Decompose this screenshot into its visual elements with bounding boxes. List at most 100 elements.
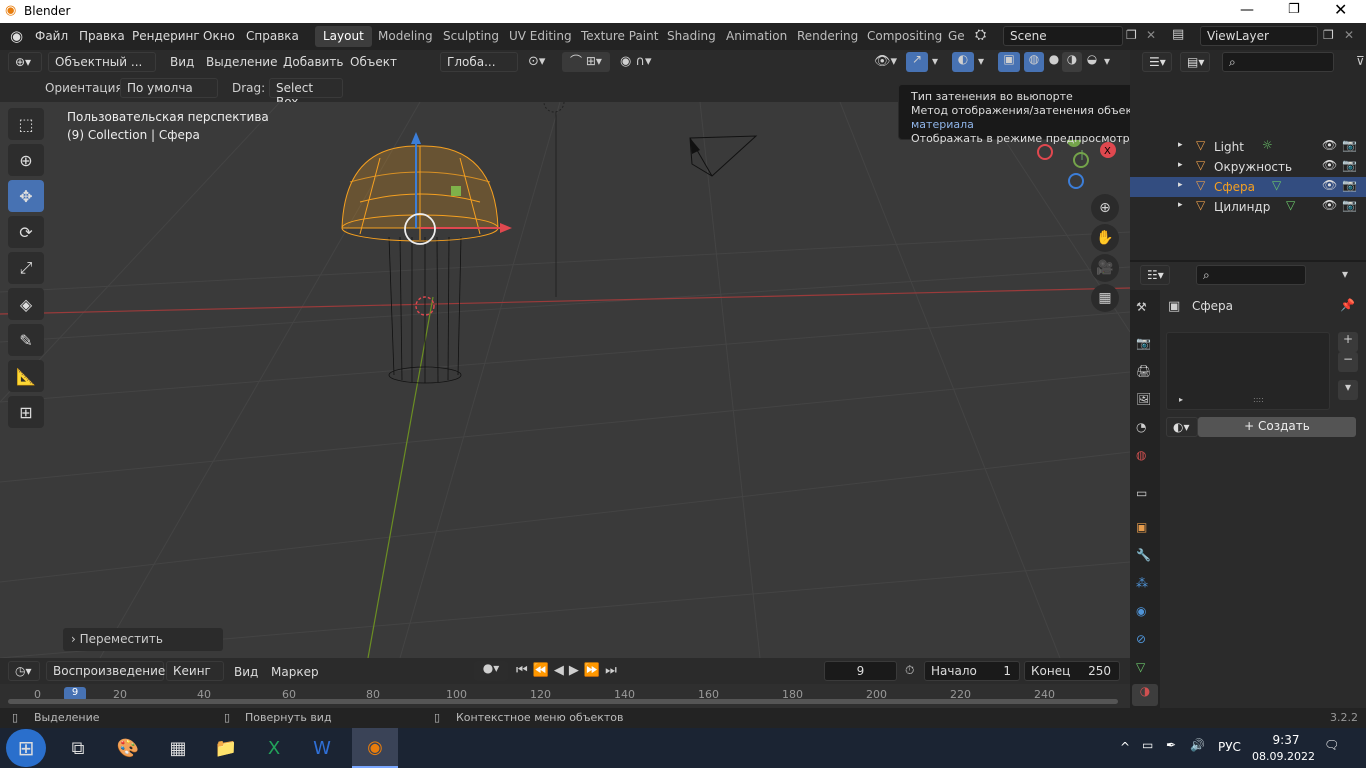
properties-search[interactable]: ⌕	[1196, 265, 1306, 285]
annotate-tool-icon[interactable]: ✎	[8, 324, 44, 356]
eye-icon[interactable]: 👁	[1322, 198, 1337, 212]
menu-object[interactable]: Объект	[350, 55, 397, 69]
tab-geometry[interactable]: Ge	[940, 26, 973, 47]
material-browse-dropdown[interactable]: ◐▾	[1166, 417, 1198, 437]
overlays-toggle[interactable]: ◐	[952, 52, 974, 72]
outliner-row-cylinder[interactable]: ▸ ▽ Цилиндр ▽ 👁 📷	[1130, 197, 1366, 217]
scale-tool-icon[interactable]: ⤢	[8, 252, 44, 284]
notifications-icon[interactable]: 🗨	[1324, 738, 1339, 752]
outliner-row-light[interactable]: ▸ ▽ Light ☼ 👁 📷	[1130, 137, 1366, 157]
scene-tab-icon[interactable]: ◔	[1136, 420, 1146, 434]
gizmo-dropdown-icon[interactable]: ▾	[932, 54, 938, 68]
keying-menu[interactable]: Кеинг	[166, 661, 224, 681]
transform-orientation-dropdown[interactable]: Глоба...	[440, 52, 518, 72]
y-gizmo-handle[interactable]	[451, 186, 461, 196]
tab-texture-paint[interactable]: Texture Paint	[573, 26, 666, 47]
tab-modeling[interactable]: Modeling	[370, 26, 441, 47]
add-slot-button[interactable]: +	[1338, 332, 1358, 352]
start-frame-field[interactable]: Начало 1	[924, 661, 1020, 681]
mode-dropdown[interactable]: Объектный ...	[48, 52, 156, 72]
expand-icon[interactable]: ▸	[1179, 395, 1183, 404]
object-tab-icon[interactable]: ▣	[1136, 520, 1147, 534]
scene-remove-icon[interactable]: ✕	[1146, 28, 1156, 42]
orientation-dropdown[interactable]: По умолча	[120, 78, 218, 98]
solid-shading-button[interactable]: ●	[1044, 52, 1064, 72]
cylinder-wireframe[interactable]	[388, 236, 462, 384]
scene-new-icon[interactable]: ❐	[1126, 28, 1137, 42]
paint-app-icon[interactable]: 🎨	[108, 732, 148, 764]
properties-editor-type[interactable]: ☷▾	[1140, 265, 1170, 285]
timeline-scrollbar[interactable]	[8, 699, 1118, 704]
task-view-icon[interactable]: ⧉	[58, 732, 98, 764]
end-frame-field[interactable]: Конец 250	[1024, 661, 1120, 681]
new-material-button[interactable]: + Создать	[1198, 417, 1356, 437]
measure-tool-icon[interactable]: 📐	[8, 360, 44, 392]
outliner-row-circle[interactable]: ▸ ▽ Окружность 👁 📷	[1130, 157, 1366, 177]
tool-tab-icon[interactable]: ⚒	[1136, 300, 1147, 314]
tab-rendering[interactable]: Rendering	[789, 26, 866, 47]
camera-object[interactable]	[689, 135, 758, 177]
outliner-display-mode[interactable]: ▤▾	[1180, 52, 1210, 72]
close-button[interactable]: ✕	[1334, 0, 1347, 19]
modifier-tab-icon[interactable]: 🔧	[1136, 548, 1151, 562]
calculator-app-icon[interactable]: ▦	[158, 732, 198, 764]
physics-tab-icon[interactable]: ◉	[1136, 604, 1146, 618]
snap-toggle[interactable]: ⌒ ⊞▾	[562, 52, 610, 72]
gizmo-neg-x-ball[interactable]	[1037, 144, 1053, 160]
material-slot-list[interactable]: ▸ ::::	[1166, 332, 1330, 410]
blender-taskbar-icon[interactable]: ◉	[352, 728, 398, 768]
camera-render-icon[interactable]: 📷	[1342, 198, 1357, 212]
tab-compositing[interactable]: Compositing	[859, 26, 950, 47]
gizmo-z-ball[interactable]	[1068, 173, 1084, 189]
light-object[interactable]	[543, 102, 565, 113]
playback-menu[interactable]: Воспроизведение	[46, 661, 165, 681]
viewlayer-new-icon[interactable]: ❐	[1323, 28, 1334, 42]
tab-layout[interactable]: Layout	[315, 26, 372, 47]
camera-render-icon[interactable]: 📷	[1342, 158, 1357, 172]
maximize-button[interactable]: ❐	[1288, 2, 1300, 17]
tab-animation[interactable]: Animation	[718, 26, 795, 47]
record-button[interactable]: ●▾	[474, 661, 508, 681]
minimize-button[interactable]: —	[1240, 2, 1254, 18]
cursor-tool-icon[interactable]: ⊕	[8, 144, 44, 176]
eye-icon[interactable]: 👁	[1322, 138, 1337, 152]
outliner-editor-type[interactable]: ☰▾	[1142, 52, 1172, 72]
last-operator-panel[interactable]: › Переместить	[63, 628, 223, 651]
tab-shading[interactable]: Shading	[659, 26, 724, 47]
eye-icon[interactable]: 👁	[1322, 178, 1337, 192]
camera-view-icon[interactable]: 🎥	[1091, 254, 1119, 282]
outliner-row-sphere[interactable]: ▸ ▽ Сфера ▽ 👁 📷	[1130, 177, 1366, 197]
playback-controls[interactable]: ⏮⏪◀▶⏩⏭	[516, 663, 622, 678]
marker-menu[interactable]: Маркер	[271, 665, 319, 679]
view-layer-tab-icon[interactable]: 🖼	[1136, 392, 1151, 406]
battery-icon[interactable]: ▭	[1142, 738, 1153, 752]
word-app-icon[interactable]: W	[302, 732, 342, 764]
zoom-icon[interactable]: ⊕	[1091, 194, 1119, 222]
camera-render-icon[interactable]: 📷	[1342, 138, 1357, 152]
scene-icon[interactable]: ⛭	[975, 27, 986, 43]
viewport-scene[interactable]	[0, 102, 1130, 658]
3d-viewport[interactable]: Пользовательская перспектива (9) Collect…	[0, 102, 1130, 658]
data-tab-icon[interactable]: ▽	[1136, 660, 1145, 674]
transform-tool-icon[interactable]: ◈	[8, 288, 44, 320]
input-language[interactable]: РУС	[1218, 740, 1241, 754]
excel-app-icon[interactable]: X	[254, 732, 294, 764]
particles-tab-icon[interactable]: ⁂	[1136, 576, 1148, 590]
visibility-icon[interactable]: 👁▾	[874, 54, 897, 69]
start-button-icon[interactable]: ⊞	[6, 729, 46, 767]
gizmo-neg-y-ball[interactable]	[1073, 152, 1089, 168]
collection-tab-icon[interactable]: ▭	[1136, 486, 1147, 500]
drag-dropdown[interactable]: Select Box	[269, 78, 343, 109]
rendered-shading-button[interactable]: ◒	[1082, 52, 1102, 72]
select-box-tool-icon[interactable]: ⬚	[8, 108, 44, 140]
viewlayer-remove-icon[interactable]: ✕	[1344, 28, 1354, 42]
world-tab-icon[interactable]: ◍	[1136, 448, 1146, 462]
z-gizmo-arrow[interactable]	[411, 132, 421, 144]
timeline-view-menu[interactable]: Вид	[234, 665, 258, 679]
xray-toggle[interactable]: ▣	[998, 52, 1020, 72]
menu-edit[interactable]: Правка	[79, 29, 125, 43]
current-frame-field[interactable]: 9	[824, 661, 897, 681]
file-explorer-icon[interactable]: 📁	[206, 732, 246, 764]
gizmo-toggle[interactable]: ↗	[906, 52, 928, 72]
rotate-tool-icon[interactable]: ⟳	[8, 216, 44, 248]
